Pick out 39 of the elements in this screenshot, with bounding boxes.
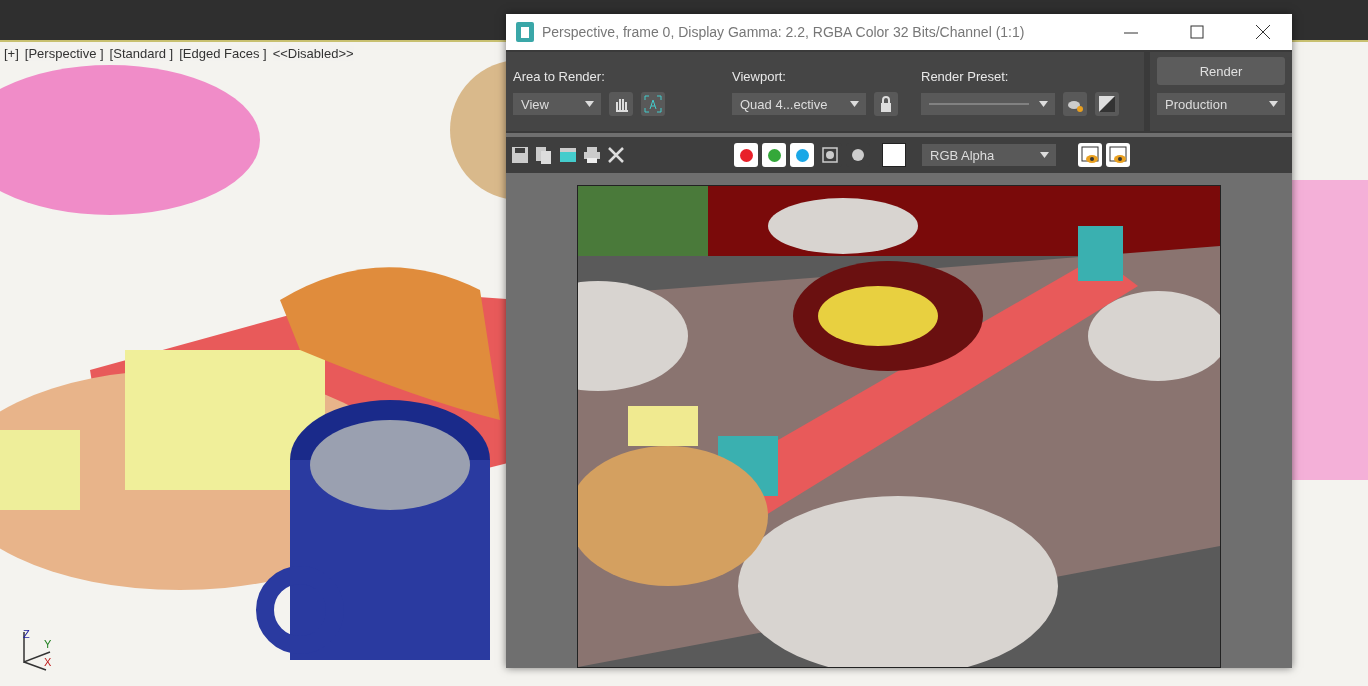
axis-label: Z	[23, 628, 30, 640]
caret-icon	[585, 101, 594, 107]
clone-icon[interactable]	[558, 145, 578, 165]
caret-icon	[1269, 101, 1278, 107]
field-label: Viewport:	[732, 69, 787, 84]
exposure-icon[interactable]	[1098, 95, 1116, 113]
channel-toggle[interactable]	[734, 143, 758, 167]
area-dropdown[interactable]: View	[513, 93, 601, 115]
render-button[interactable]: Render	[1157, 57, 1285, 85]
viewport-label[interactable]: <<Disabled>>	[272, 46, 354, 61]
channel-toggle[interactable]	[762, 143, 786, 167]
viewport-label[interactable]: [+]	[4, 46, 19, 61]
caret-icon	[1039, 101, 1048, 107]
print-icon[interactable]	[582, 145, 602, 165]
caret-icon	[1040, 152, 1049, 158]
render-mode-dropdown[interactable]: Production	[1157, 93, 1285, 115]
color-swatch[interactable]	[882, 143, 906, 167]
channel-toggle[interactable]	[790, 143, 814, 167]
axis-label: X	[44, 656, 52, 668]
caret-icon	[850, 101, 859, 107]
mono-dot-icon	[852, 149, 864, 161]
save-icon[interactable]	[510, 145, 530, 165]
alpha-icon	[822, 147, 838, 163]
window-toggle-icon[interactable]	[1108, 145, 1128, 165]
viewport-dropdown[interactable]: Quad 4...ective	[732, 93, 866, 115]
viewport-label[interactable]: [Edged Faces ]	[179, 46, 267, 61]
viewport-label[interactable]: [Standard ]	[109, 46, 174, 61]
region-icon[interactable]	[644, 95, 662, 113]
close-icon[interactable]	[606, 145, 626, 165]
axis-label: Y	[44, 638, 52, 650]
channel-dropdown[interactable]: RGB Alpha	[922, 144, 1056, 166]
app-logo-icon	[516, 22, 534, 42]
field-label: Area to Render:	[513, 69, 606, 84]
display-toggle-icon[interactable]	[1080, 145, 1100, 165]
window-title: Perspective, frame 0, Display Gamma: 2.2, RGBA Color 32 Bits/Channel (1:1)	[542, 24, 1026, 40]
viewport-label[interactable]: [Perspective ]	[24, 46, 104, 61]
field-label: Render Preset:	[921, 69, 1010, 84]
copy-icon[interactable]	[534, 145, 554, 165]
line-icon	[929, 102, 1029, 106]
